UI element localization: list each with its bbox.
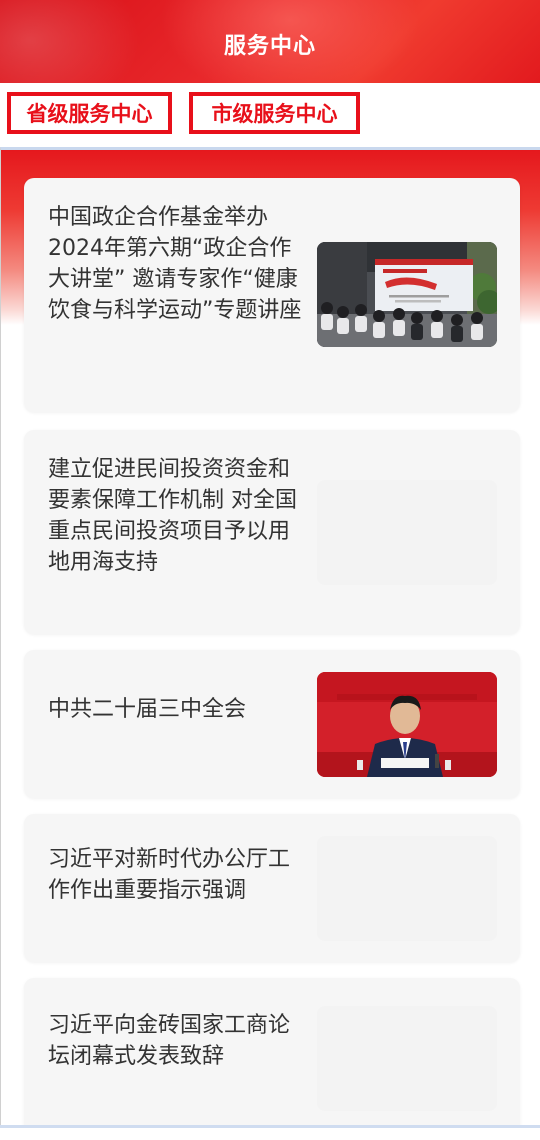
news-title: 建立促进民间投资资金和要素保障工作机制 对全国重点民间投资项目予以用地用海支持 <box>48 457 297 575</box>
news-thumbnail[interactable] <box>317 672 497 777</box>
news-card[interactable]: 习近平向金砖国家工商论坛闭幕式发表致辞 <box>24 978 520 1127</box>
news-thumbnail[interactable] <box>317 836 497 941</box>
news-title: 中国政企合作基金举办2024年第六期“政企合作大讲堂” 邀请专家作“健康饮食与科… <box>48 205 302 323</box>
tab-municipal-service-center[interactable]: 市级服务中心 <box>189 92 360 134</box>
plenary-photo-image <box>317 672 497 777</box>
page-title: 服务中心 <box>223 34 316 59</box>
news-card[interactable]: 习近平对新时代办公厅工作作出重要指示强调 <box>24 814 520 962</box>
news-thumbnail[interactable] <box>317 242 497 347</box>
news-thumbnail[interactable] <box>317 1006 497 1111</box>
news-card[interactable]: 中共二十届三中全会 <box>24 650 520 798</box>
bottom-divider <box>0 1125 540 1128</box>
tab-bar: 省级服务中心 市级服务中心 <box>0 83 540 147</box>
tab-provincial-service-center[interactable]: 省级服务中心 <box>7 92 172 134</box>
lecture-photo-image <box>317 242 497 347</box>
news-thumbnail[interactable] <box>317 480 497 585</box>
news-title: 习近平对新时代办公厅工作作出重要指示强调 <box>48 847 291 903</box>
header-bar: 服务中心 <box>0 0 540 83</box>
news-card[interactable]: 建立促进民间投资资金和要素保障工作机制 对全国重点民间投资项目予以用地用海支持 <box>24 430 520 634</box>
news-title: 习近平向金砖国家工商论坛闭幕式发表致辞 <box>48 1013 291 1069</box>
news-title: 中共二十届三中全会 <box>48 697 247 722</box>
news-card[interactable]: 中国政企合作基金举办2024年第六期“政企合作大讲堂” 邀请专家作“健康饮食与科… <box>24 178 520 412</box>
news-list: 中国政企合作基金举办2024年第六期“政企合作大讲堂” 邀请专家作“健康饮食与科… <box>0 147 540 1127</box>
